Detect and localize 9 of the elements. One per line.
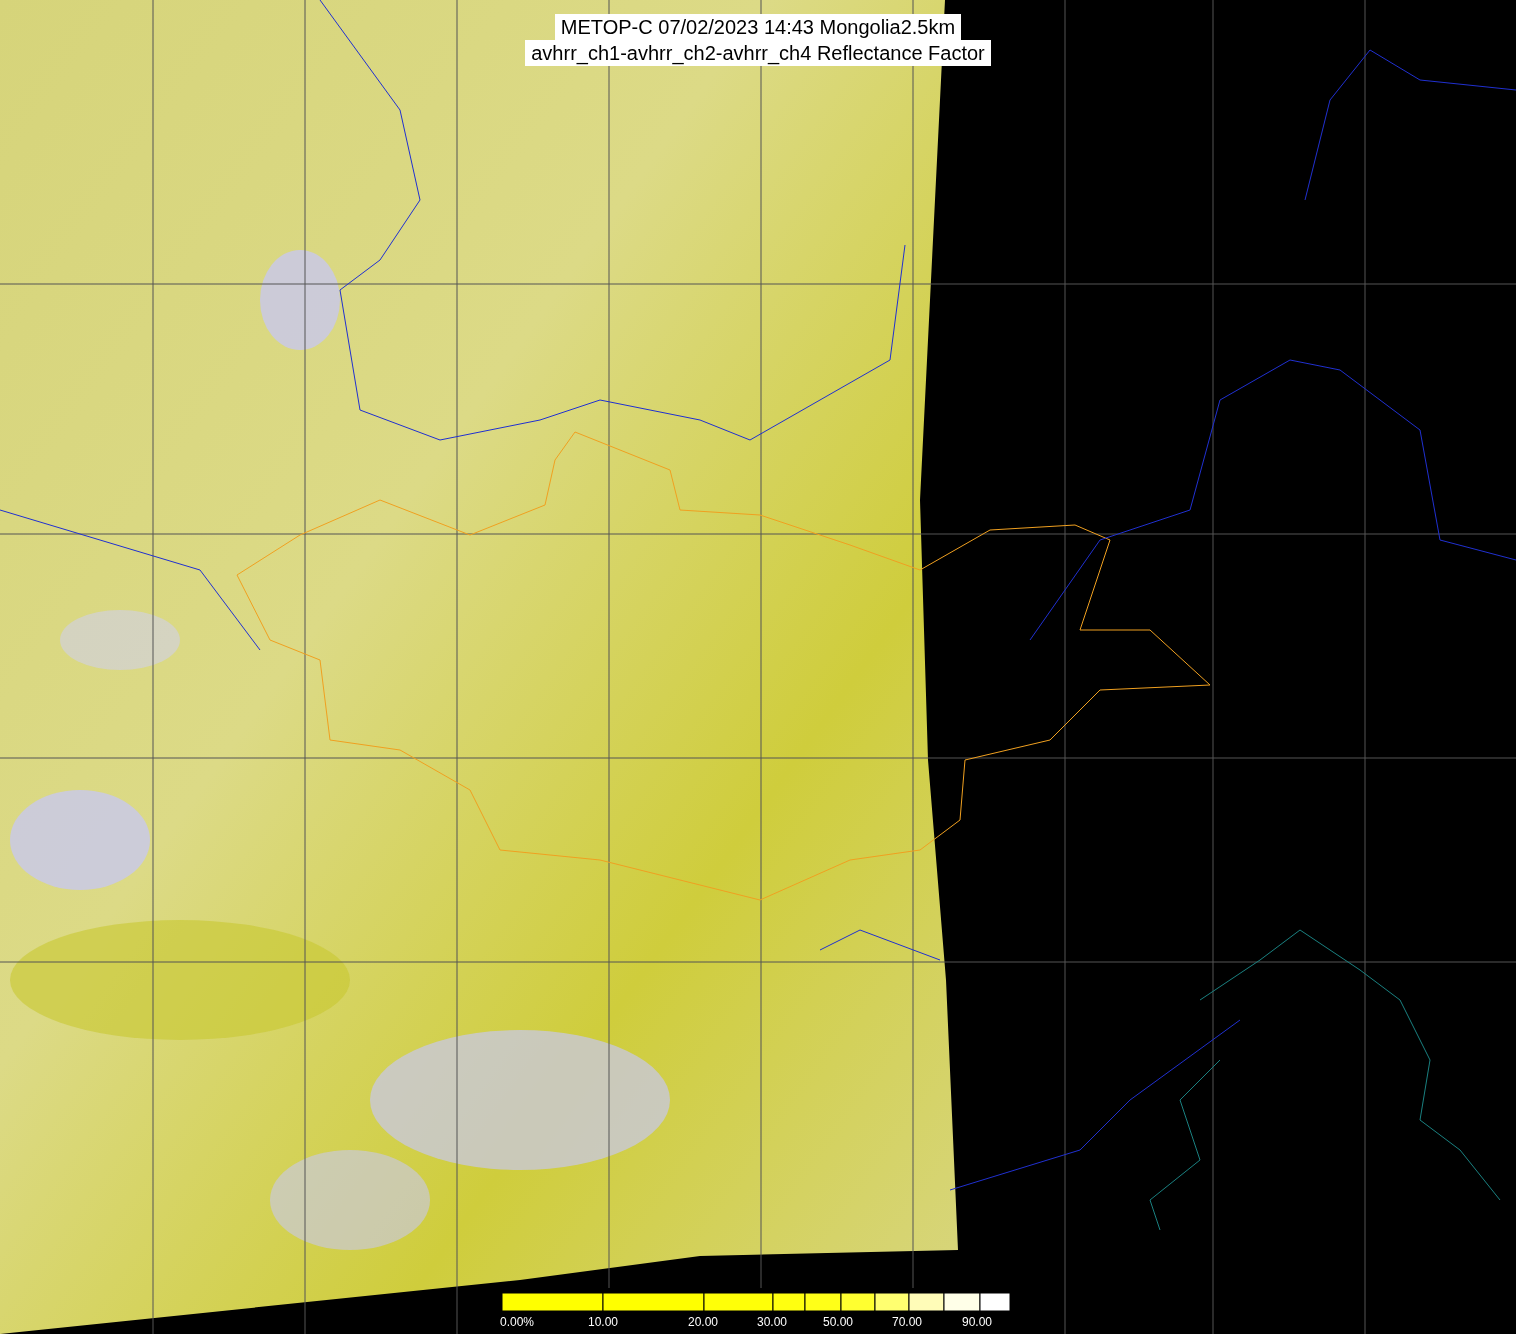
map-title: METOP-C 07/02/2023 14:43 Mongolia2.5km [554, 14, 962, 40]
scale-label: 20.00 [688, 1315, 719, 1329]
scale-label: 50.00 [823, 1315, 854, 1329]
scale-label: 30.00 [757, 1315, 788, 1329]
scale-label: 70.00 [892, 1315, 923, 1329]
scale-label: 0.00% [500, 1315, 535, 1329]
scale-label: 90.00 [962, 1315, 993, 1329]
scale-label: 10.00 [588, 1315, 619, 1329]
map-title: avhrr_ch1-avhrr_ch2-avhrr_ch4 Reflectance Factor [525, 40, 991, 66]
